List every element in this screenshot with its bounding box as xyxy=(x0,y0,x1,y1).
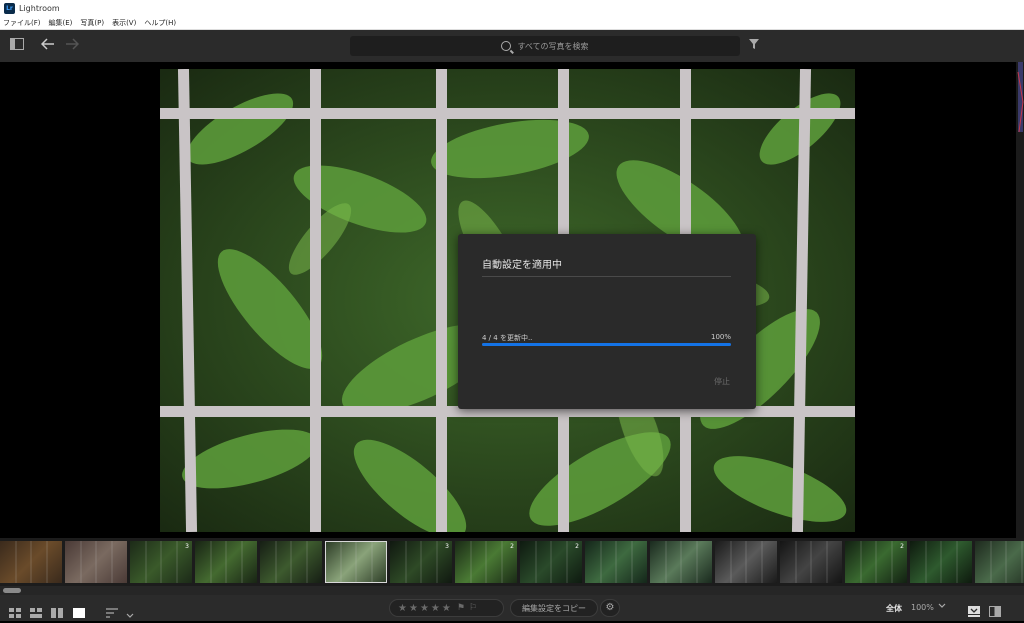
panel-toggle-icon[interactable] xyxy=(9,38,25,54)
progress-bar xyxy=(482,343,731,346)
thumbnail-version-badge: 2 xyxy=(900,543,904,550)
star-5-icon[interactable]: ★ xyxy=(442,603,451,614)
forward-arrow-icon[interactable] xyxy=(64,38,80,54)
filmstrip-thumbnail[interactable] xyxy=(325,541,387,583)
gear-icon[interactable]: ⚙ xyxy=(600,599,620,617)
app-title: Lightroom xyxy=(19,4,60,13)
filmstrip-thumbnail[interactable] xyxy=(585,541,647,583)
filmstrip-thumbnail[interactable] xyxy=(975,541,1024,583)
thumbnail-version-badge: 2 xyxy=(510,543,514,550)
info-panel-icon[interactable] xyxy=(968,602,980,621)
zoom-chevron-icon[interactable] xyxy=(938,602,946,611)
reject-flag-icon[interactable]: ⚐ xyxy=(469,603,477,613)
filmstrip-thumbnail[interactable] xyxy=(780,541,842,583)
square-grid-icon[interactable] xyxy=(30,603,42,622)
menu-photo[interactable]: 写真(P) xyxy=(80,18,104,28)
filmstrip-thumbnail[interactable]: 2 xyxy=(845,541,907,583)
pick-flag-icon[interactable]: ⚑ xyxy=(457,603,465,613)
stop-button[interactable]: 停止 xyxy=(714,376,730,387)
detail-view-icon[interactable] xyxy=(73,603,85,622)
menu-file[interactable]: ファイル(F) xyxy=(3,18,41,28)
bottom-toolbar: ★ ★ ★ ★ ★ ⚑ ⚐ 編集設定をコピー ⚙ 全体 100% xyxy=(0,595,1024,621)
filmstrip-thumbnail[interactable] xyxy=(260,541,322,583)
thumbnail-version-badge: 3 xyxy=(185,543,189,550)
filmstrip-thumbnail[interactable] xyxy=(650,541,712,583)
filmstrip-thumbnail[interactable] xyxy=(65,541,127,583)
menu-bar: ファイル(F) 編集(E) 写真(P) 表示(V) ヘルプ(H) xyxy=(0,17,1024,30)
zoom-value[interactable]: 100% xyxy=(911,603,934,612)
menu-help[interactable]: ヘルプ(H) xyxy=(144,18,176,28)
filmstrip-thumbnail[interactable] xyxy=(195,541,257,583)
thumbnail-version-badge: 2 xyxy=(575,543,579,550)
dialog-divider xyxy=(482,276,731,277)
zoom-fit-label[interactable]: 全体 xyxy=(886,603,902,614)
filmstrip-scrollbar[interactable] xyxy=(0,586,1024,595)
star-3-icon[interactable]: ★ xyxy=(420,603,429,614)
filmstrip-thumbnail[interactable] xyxy=(0,541,62,583)
dialog-title: 自動設定を適用中 xyxy=(482,260,562,271)
compare-view-icon[interactable] xyxy=(51,603,63,622)
menu-view[interactable]: 表示(V) xyxy=(112,18,136,28)
star-4-icon[interactable]: ★ xyxy=(431,603,440,614)
filmstrip: 3 3 2 2 2 xyxy=(0,538,1024,586)
star-2-icon[interactable]: ★ xyxy=(409,603,418,614)
progress-bar-fill xyxy=(482,343,731,346)
progress-percent: 100% xyxy=(710,333,731,341)
auto-settings-dialog: 自動設定を適用中 4 / 4 を更新中.. 100% 停止 xyxy=(458,234,756,409)
back-arrow-icon[interactable] xyxy=(40,38,56,54)
grid-view-icon[interactable] xyxy=(9,603,21,622)
compare-split-icon[interactable] xyxy=(989,602,1001,621)
lightroom-logo-icon: Lr xyxy=(4,3,15,14)
right-panel-edge xyxy=(1016,62,1024,538)
filmstrip-thumbnail[interactable] xyxy=(715,541,777,583)
menu-edit[interactable]: 編集(E) xyxy=(49,18,73,28)
scrollbar-thumb[interactable] xyxy=(3,588,21,593)
search-input[interactable]: すべての写真を検索 xyxy=(350,36,740,56)
top-toolbar: すべての写真を検索 xyxy=(0,30,1024,62)
sort-chevron-icon[interactable] xyxy=(126,604,134,623)
filmstrip-thumbnail[interactable]: 3 xyxy=(390,541,452,583)
filmstrip-thumbnail[interactable]: 3 xyxy=(130,541,192,583)
filmstrip-thumbnail[interactable]: 2 xyxy=(520,541,582,583)
star-1-icon[interactable]: ★ xyxy=(398,603,407,614)
filmstrip-thumbnail[interactable]: 2 xyxy=(455,541,517,583)
sort-icon[interactable] xyxy=(106,603,118,622)
thumbnail-version-badge: 3 xyxy=(445,543,449,550)
rating-flag-group: ★ ★ ★ ★ ★ ⚑ ⚐ xyxy=(389,599,504,617)
copy-settings-button[interactable]: 編集設定をコピー xyxy=(510,599,598,617)
filter-icon[interactable] xyxy=(746,38,762,54)
progress-status: 4 / 4 を更新中.. xyxy=(482,334,533,342)
filmstrip-thumbnail[interactable] xyxy=(910,541,972,583)
search-icon xyxy=(501,41,512,51)
search-placeholder: すべての写真を検索 xyxy=(517,41,589,51)
title-bar: Lr Lightroom xyxy=(0,0,1024,17)
